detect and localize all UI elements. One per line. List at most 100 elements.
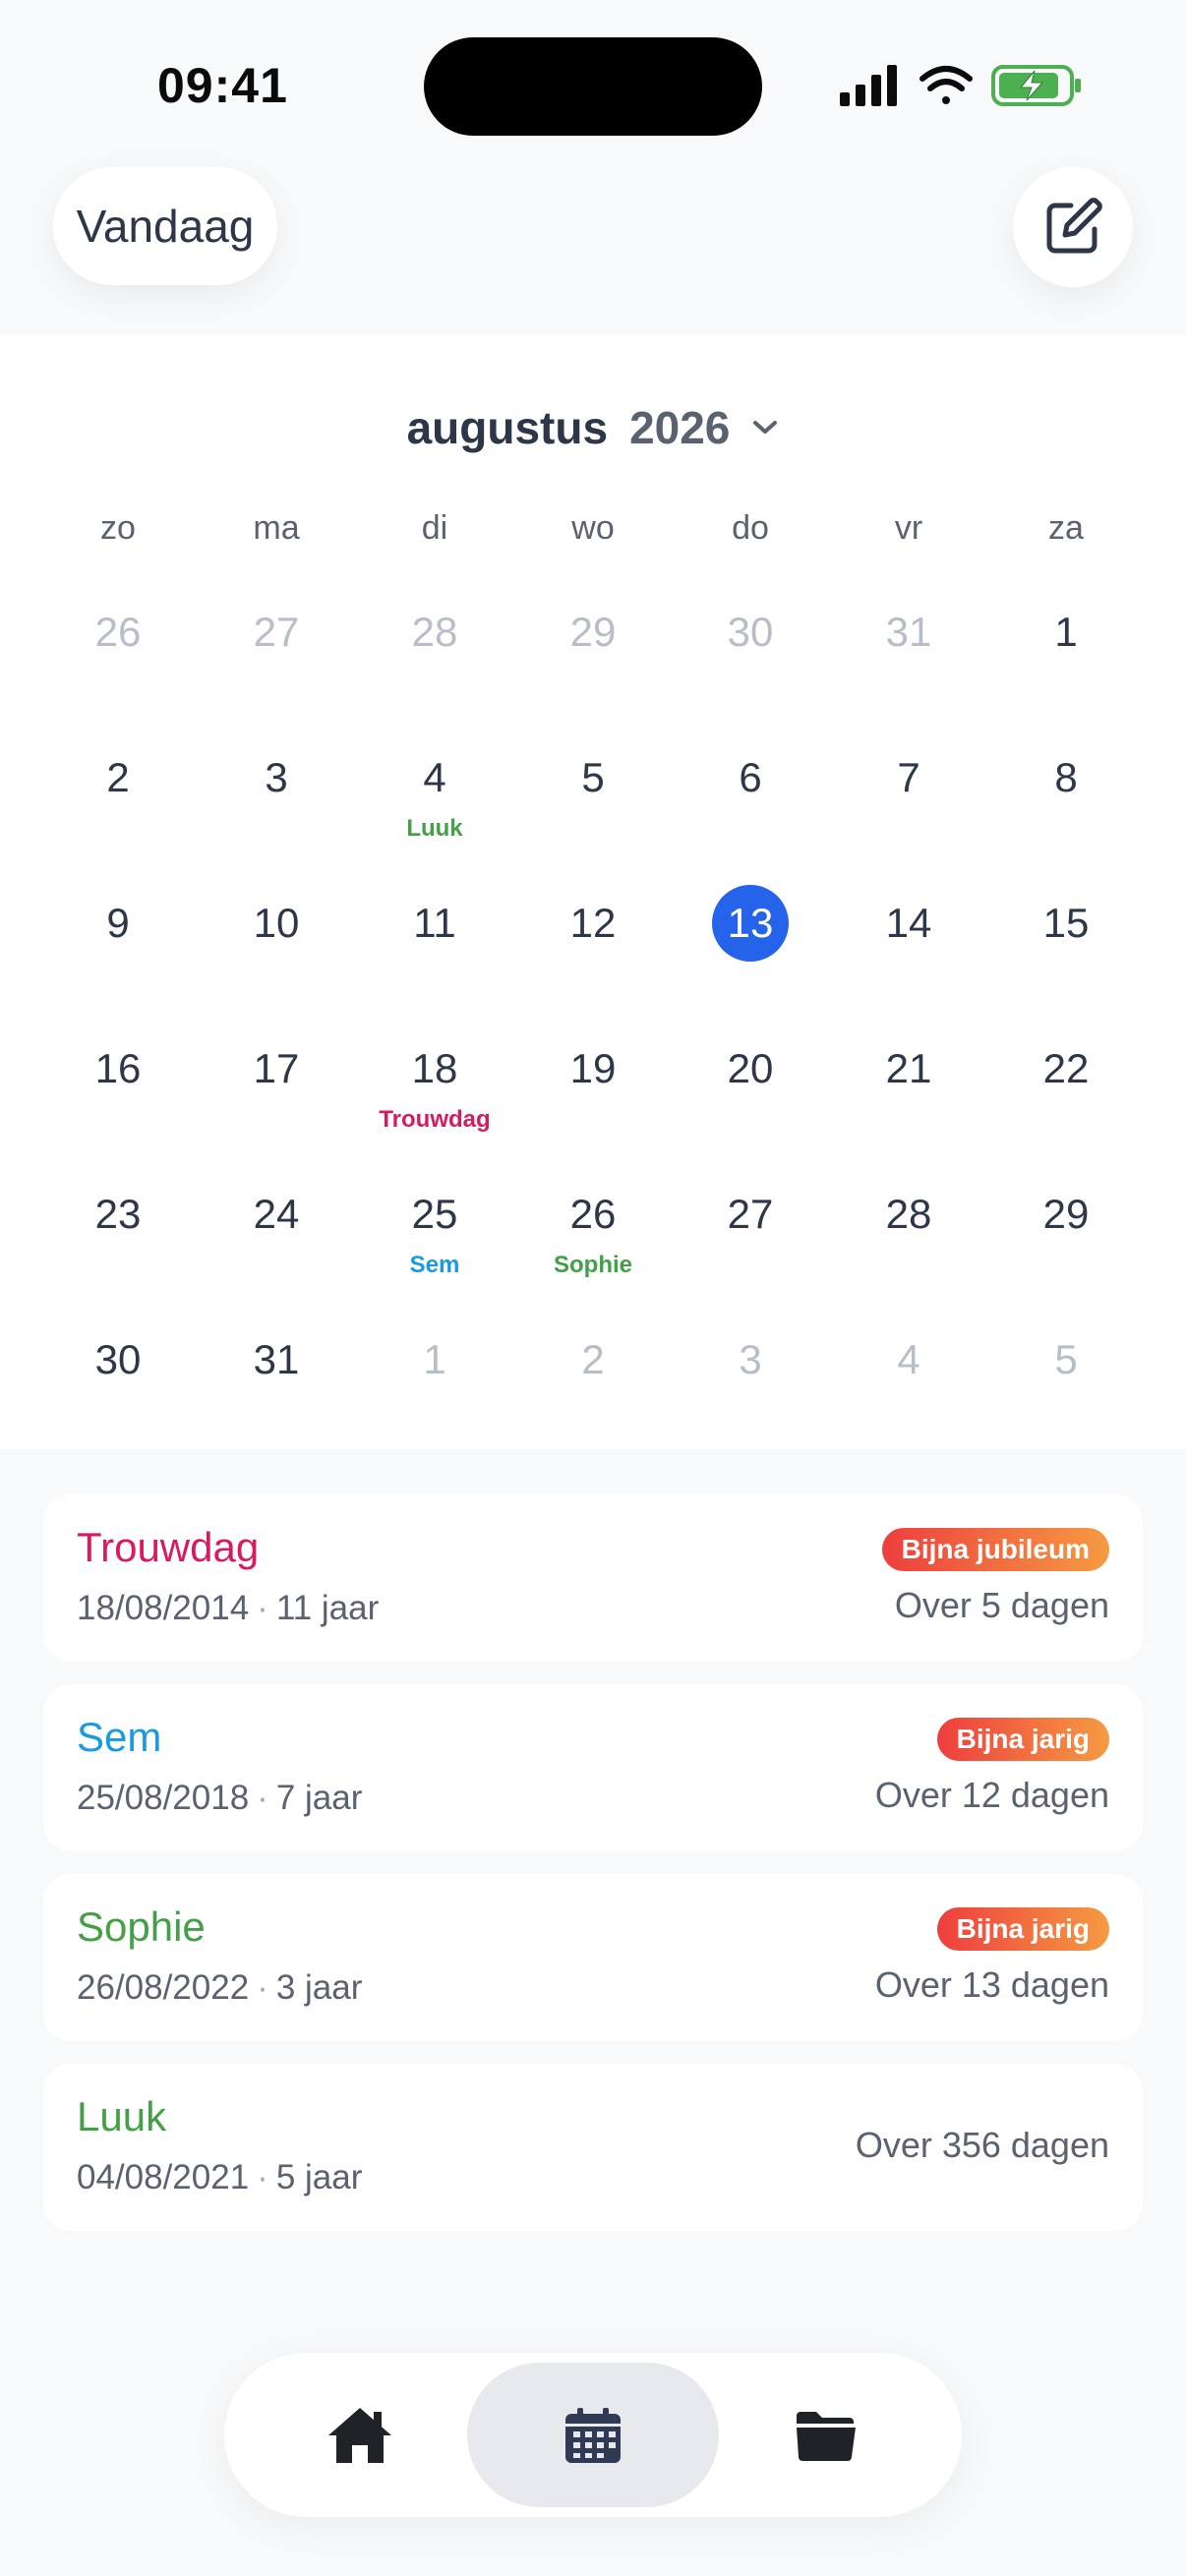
calendar-day[interactable]: 3 <box>672 1330 829 1468</box>
calendar-day[interactable]: 7 <box>830 748 987 886</box>
calendar-day[interactable]: 14 <box>830 894 987 1031</box>
day-number: 28 <box>411 609 458 655</box>
calendar-day[interactable]: 18 Trouwdag <box>356 1039 513 1177</box>
calendar-day[interactable]: 2 <box>514 1330 672 1468</box>
wifi-icon <box>919 66 973 104</box>
event-badge: Bijna jarig <box>936 1907 1109 1951</box>
calendar-day[interactable]: 31 <box>198 1330 355 1468</box>
calendar-day[interactable]: 3 <box>198 748 355 886</box>
calendar-day[interactable]: 29 <box>514 603 672 740</box>
event-card[interactable]: Sophie 26/08/2022 · 3 jaar Bijna jarig Over 1… <box>43 1874 1143 2041</box>
weekday-label: ma <box>253 509 300 547</box>
battery-icon <box>991 65 1081 106</box>
calendar-day[interactable]: 22 <box>987 1039 1145 1177</box>
calendar-day[interactable]: 15 <box>987 894 1145 1031</box>
calendar-day[interactable]: 5 <box>987 1330 1145 1468</box>
calendar-day[interactable]: 8 <box>987 748 1145 886</box>
weekday-label: za <box>1048 509 1084 547</box>
tab-folder[interactable] <box>700 2363 952 2507</box>
day-number: 16 <box>94 1045 142 1091</box>
status-bar: 09:41 <box>0 0 1186 147</box>
tab-home[interactable] <box>234 2363 486 2507</box>
day-number: 3 <box>265 754 288 800</box>
day-number: 24 <box>253 1191 300 1237</box>
calendar-day[interactable]: 25 Sem <box>356 1185 513 1322</box>
calendar-day[interactable]: 17 <box>198 1039 355 1177</box>
calendar-day[interactable]: 28 <box>356 603 513 740</box>
day-number: 17 <box>253 1045 300 1091</box>
separator-dot: · <box>257 1779 268 1817</box>
event-age: 11 jaar <box>275 1589 380 1627</box>
calendar-day[interactable]: 23 <box>39 1185 197 1322</box>
event-age: 5 jaar <box>275 2158 363 2196</box>
calendar-day[interactable]: 10 <box>198 894 355 1031</box>
day-number: 2 <box>581 1336 605 1382</box>
event-details: 04/08/2021 · 5 jaar <box>77 2158 362 2197</box>
day-number: 30 <box>94 1336 142 1382</box>
day-number: 6 <box>739 754 762 800</box>
calendar-day[interactable]: 12 <box>514 894 672 1031</box>
calendar-day[interactable]: 27 <box>672 1185 829 1322</box>
day-number: 2 <box>106 754 130 800</box>
calendar-day[interactable]: 1 <box>356 1330 513 1468</box>
calendar-day[interactable]: 11 <box>356 894 513 1031</box>
calendar-day[interactable]: 28 <box>830 1185 987 1322</box>
compose-button[interactable] <box>1013 167 1133 287</box>
separator-dot: · <box>257 2158 268 2196</box>
calendar-day[interactable]: 16 <box>39 1039 197 1177</box>
day-number: 5 <box>1054 1336 1078 1382</box>
event-countdown: Over 356 dagen <box>855 2125 1109 2165</box>
event-name: Sophie <box>77 1903 206 1950</box>
calendar-day[interactable]: 1 <box>987 603 1145 740</box>
calendar-day[interactable]: 4 <box>830 1330 987 1468</box>
month-selector[interactable]: augustus 2026 <box>0 393 1186 462</box>
event-details: 18/08/2014 · 11 jaar <box>77 1589 379 1628</box>
event-details: 25/08/2018 · 7 jaar <box>77 1779 362 1818</box>
calendar-day[interactable]: 26 <box>39 603 197 740</box>
event-date: 25/08/2018 <box>77 1779 250 1817</box>
calendar-day[interactable]: 9 <box>39 894 197 1031</box>
day-number: 31 <box>253 1336 300 1382</box>
event-date: 04/08/2021 <box>77 2158 250 2196</box>
day-number: 23 <box>94 1191 142 1237</box>
calendar-day[interactable]: 27 <box>198 603 355 740</box>
event-card[interactable]: Trouwdag 18/08/2014 · 11 jaar Bijna jubileum… <box>43 1494 1143 1662</box>
day-number: 1 <box>423 1336 446 1382</box>
status-icons <box>840 65 1081 106</box>
calendar-day[interactable]: 5 <box>514 748 672 886</box>
day-number: 19 <box>569 1045 617 1091</box>
event-countdown: Over 5 dagen <box>894 1585 1109 1625</box>
calendar-day[interactable]: 30 <box>39 1330 197 1468</box>
event-name: Trouwdag <box>77 1524 260 1570</box>
day-number: 10 <box>253 900 300 946</box>
calendar-day[interactable]: 20 <box>672 1039 829 1177</box>
calendar-day[interactable]: 24 <box>198 1185 355 1322</box>
day-event-label: Trouwdag <box>379 1106 491 1133</box>
day-number: 28 <box>885 1191 932 1237</box>
day-event-label: Luuk <box>406 815 463 842</box>
calendar-day[interactable]: 21 <box>830 1039 987 1177</box>
calendar-day[interactable]: 30 <box>672 603 829 740</box>
event-card[interactable]: Luuk 04/08/2021 · 5 jaar Over 356 dagen <box>43 2064 1143 2231</box>
day-number: 12 <box>569 900 617 946</box>
day-event-label: Sem <box>409 1252 460 1278</box>
folder-icon <box>797 2411 856 2461</box>
day-number: 22 <box>1042 1045 1090 1091</box>
event-card[interactable]: Sem 25/08/2018 · 7 jaar Bijna jarig Over 12 d… <box>43 1684 1143 1851</box>
tab-calendar[interactable] <box>467 2363 719 2507</box>
calendar-day[interactable]: 31 <box>830 603 987 740</box>
calendar-day[interactable]: 2 <box>39 748 197 886</box>
calendar-day[interactable]: 29 <box>987 1185 1145 1322</box>
event-countdown: Over 12 dagen <box>874 1775 1109 1815</box>
calendar-day[interactable]: 4 Luuk <box>356 748 513 886</box>
calendar-day[interactable]: 26 Sophie <box>514 1185 672 1322</box>
day-number: 1 <box>1054 609 1078 655</box>
day-number: 26 <box>569 1191 617 1237</box>
calendar-day[interactable]: 13 <box>672 885 829 1031</box>
calendar-day[interactable]: 19 <box>514 1039 672 1177</box>
calendar-day[interactable]: 6 <box>672 748 829 886</box>
today-button[interactable]: Vandaag <box>53 167 277 285</box>
edit-icon <box>1046 198 1102 254</box>
day-number: 9 <box>106 900 130 946</box>
day-number: 29 <box>569 609 617 655</box>
